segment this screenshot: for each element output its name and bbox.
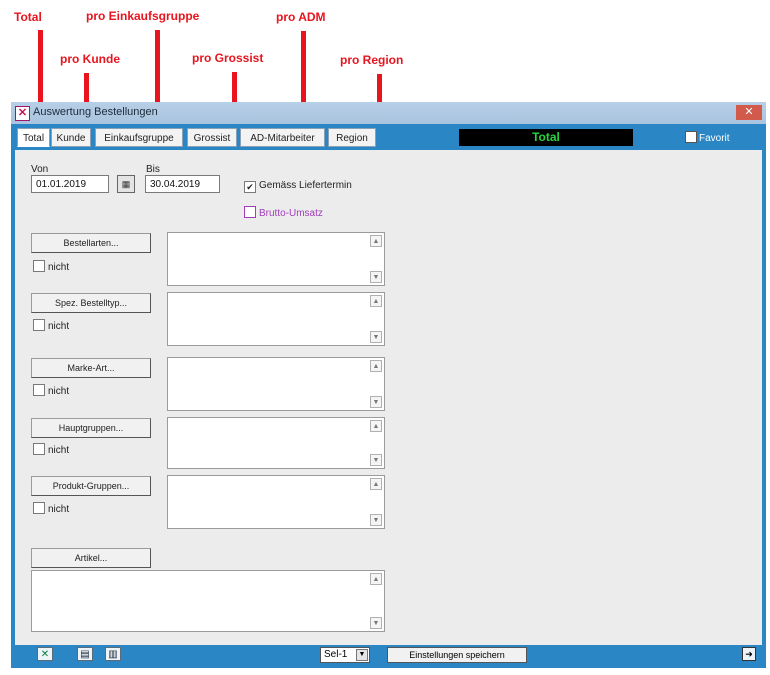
bis-date-field[interactable]: 30.04.2019 [145, 175, 220, 193]
gemaess-liefertermin-checkbox[interactable]: ✔ Gemäss Liefertermin [244, 180, 352, 193]
scroll-down-icon[interactable]: ▼ [370, 331, 382, 343]
nicht-checkbox[interactable]: nicht [33, 384, 69, 397]
tab-kunde[interactable]: Kunde [51, 128, 91, 147]
hauptgruppen-list[interactable]: ▲ ▼ [167, 417, 385, 469]
gemaess-liefertermin-label: Gemäss Liefertermin [259, 180, 352, 191]
nicht-label: nicht [48, 321, 70, 332]
scroll-down-icon[interactable]: ▼ [370, 617, 382, 629]
scroll-up-icon[interactable]: ▲ [370, 360, 382, 372]
annotation-pro-kunde: pro Kunde [60, 52, 120, 66]
nicht-label: nicht [48, 262, 70, 273]
scroll-down-icon[interactable]: ▼ [370, 514, 382, 526]
annotation-pro-adm: pro ADM [276, 10, 326, 24]
preview-icon[interactable]: ▤ [77, 647, 93, 661]
favorit-checkbox-box[interactable] [685, 131, 697, 143]
app-icon: ✕ [15, 106, 30, 121]
marke-art-button[interactable]: Marke-Art... [31, 358, 151, 378]
filter-panel: Von 01.01.2019 ▦ Bis 30.04.2019 ✔ Gemäss … [15, 150, 762, 645]
nicht-checkbox[interactable]: nicht [33, 260, 69, 273]
scroll-up-icon[interactable]: ▲ [370, 573, 382, 585]
tab-grossist[interactable]: Grossist [187, 128, 237, 147]
nicht-checkbox[interactable]: nicht [33, 443, 69, 456]
scroll-up-icon[interactable]: ▲ [370, 235, 382, 247]
annotation-pro-grossist: pro Grossist [192, 51, 264, 65]
spez-bestelltyp-button[interactable]: Spez. Bestelltyp... [31, 293, 151, 313]
exit-icon[interactable]: ➜ [742, 647, 756, 661]
selection-dropdown[interactable]: Sel-1 ▼ [320, 647, 370, 663]
artikel-button[interactable]: Artikel... [31, 548, 151, 568]
nicht-box[interactable] [33, 443, 45, 455]
print-icon[interactable]: ▥ [105, 647, 121, 661]
tab-ad-mitarbeiter[interactable]: AD-Mitarbeiter [240, 128, 325, 147]
spez-bestelltyp-list[interactable]: ▲ ▼ [167, 292, 385, 346]
excel-icon[interactable]: ✕ [37, 647, 53, 661]
produkt-gruppen-list[interactable]: ▲ ▼ [167, 475, 385, 529]
scroll-down-icon[interactable]: ▼ [370, 454, 382, 466]
annotation-pro-einkaufsgruppe: pro Einkaufsgruppe [86, 9, 200, 23]
scroll-down-icon[interactable]: ▼ [370, 396, 382, 408]
bestellarten-list[interactable]: ▲ ▼ [167, 232, 385, 286]
hauptgruppen-button[interactable]: Hauptgruppen... [31, 418, 151, 438]
nicht-label: nicht [48, 504, 70, 515]
scroll-up-icon[interactable]: ▲ [370, 295, 382, 307]
selection-value: Sel-1 [324, 649, 348, 660]
tab-einkaufsgruppe[interactable]: Einkaufsgruppe [95, 128, 183, 147]
nicht-label: nicht [48, 386, 70, 397]
annotation-total: Total [14, 10, 42, 24]
produkt-gruppen-button[interactable]: Produkt-Gruppen... [31, 476, 151, 496]
nicht-checkbox[interactable]: nicht [33, 319, 69, 332]
nicht-box[interactable] [33, 319, 45, 331]
nicht-box[interactable] [33, 260, 45, 272]
brutto-umsatz-label: Brutto-Umsatz [259, 208, 323, 219]
total-display: Total [459, 129, 633, 146]
nicht-box[interactable] [33, 384, 45, 396]
scroll-up-icon[interactable]: ▲ [370, 478, 382, 490]
close-window-button[interactable]: ✕ [736, 105, 762, 120]
chevron-down-icon[interactable]: ▼ [356, 649, 368, 661]
bestellarten-button[interactable]: Bestellarten... [31, 233, 151, 253]
brutto-umsatz-box[interactable] [244, 206, 256, 218]
marke-art-list[interactable]: ▲ ▼ [167, 357, 385, 411]
tab-region[interactable]: Region [328, 128, 376, 147]
nicht-label: nicht [48, 445, 70, 456]
favorit-checkbox[interactable]: Favorit [685, 131, 730, 144]
title-bar: ✕ Auswertung Bestellungen ✕ [11, 102, 766, 124]
annotation-pro-region: pro Region [340, 53, 404, 67]
app-window: ✕ Auswertung Bestellungen ✕ Total Kunde … [11, 102, 766, 668]
calendar-icon[interactable]: ▦ [117, 175, 135, 193]
nicht-checkbox[interactable]: nicht [33, 502, 69, 515]
checkmark-icon[interactable]: ✔ [244, 181, 256, 193]
brutto-umsatz-checkbox[interactable]: Brutto-Umsatz [244, 206, 323, 219]
tab-bar: Total Kunde Einkaufsgruppe Grossist AD-M… [15, 124, 762, 150]
von-label: Von [31, 164, 49, 175]
nicht-box[interactable] [33, 502, 45, 514]
status-bar: ✕ ▤ ▥ Sel-1 ▼ Einstellungen speichern ➜ [15, 645, 762, 665]
scroll-up-icon[interactable]: ▲ [370, 420, 382, 432]
von-date-field[interactable]: 01.01.2019 [31, 175, 109, 193]
bis-label: Bis [146, 164, 160, 175]
save-settings-button[interactable]: Einstellungen speichern [387, 647, 527, 663]
window-title: Auswertung Bestellungen [33, 106, 158, 118]
tab-total[interactable]: Total [17, 128, 50, 147]
scroll-down-icon[interactable]: ▼ [370, 271, 382, 283]
artikel-list[interactable]: ▲ ▼ [31, 570, 385, 632]
favorit-label: Favorit [699, 133, 730, 144]
